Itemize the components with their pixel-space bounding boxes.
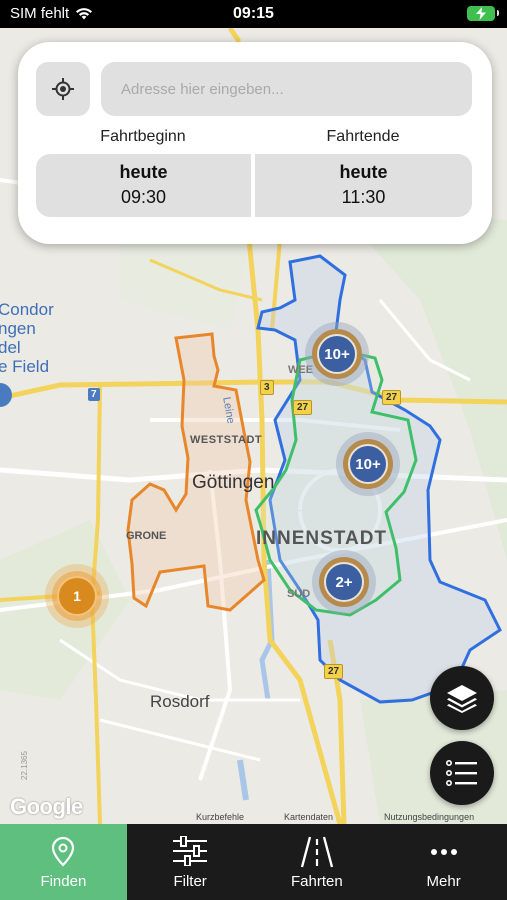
trip-start-picker[interactable]: heute 09:30: [36, 154, 251, 217]
poi-line-2: ngen: [0, 319, 36, 338]
poi-line-1: Condor: [0, 300, 54, 319]
map-data-link[interactable]: Kartendaten: [284, 812, 333, 822]
trip-end-picker[interactable]: heute 11:30: [255, 154, 472, 217]
cluster-ring: 1: [52, 571, 102, 621]
cluster-ring: 10+: [312, 329, 362, 379]
google-logo: Google: [10, 794, 83, 819]
nav-finden[interactable]: Finden: [0, 824, 127, 900]
more-dots-icon: [430, 849, 457, 855]
nav-mehr[interactable]: Mehr: [380, 824, 507, 900]
poi-condor-label: Condor ngen del e Field: [0, 300, 54, 376]
vehicle-cluster[interactable]: 10+: [336, 432, 400, 496]
city-label: Göttingen: [192, 472, 275, 493]
locate-me-button[interactable]: [36, 62, 90, 116]
trip-start-time: 09:30: [120, 187, 167, 207]
search-card: Fahrtbeginn Fahrtende heute 09:30 heute …: [18, 42, 492, 244]
vehicle-cluster[interactable]: 2+: [312, 550, 376, 614]
road-badge: 27: [382, 390, 402, 405]
list-icon: [446, 760, 477, 786]
location-pin-icon: [52, 836, 75, 867]
poi-line-3: del: [0, 338, 21, 357]
bottom-navigation: Finden Filter Fahrten Mehr: [0, 824, 507, 900]
battery-charging-icon: [467, 6, 499, 21]
vehicle-cluster[interactable]: 1: [45, 564, 109, 628]
list-view-button[interactable]: [430, 741, 494, 805]
side-text: 22.1365: [20, 751, 29, 780]
nav-label: Filter: [173, 873, 207, 890]
layers-button[interactable]: [430, 666, 494, 730]
trip-end-time: 11:30: [341, 187, 386, 207]
cluster-count: 2+: [324, 562, 364, 602]
nav-filter[interactable]: Filter: [127, 824, 254, 900]
district-innenstadt-label: INNENSTADT: [256, 528, 388, 549]
road-badge: 27: [324, 664, 344, 679]
road-badge: 3: [260, 380, 274, 395]
road-badge: 27: [293, 400, 313, 415]
cluster-ring: 10+: [343, 439, 393, 489]
cluster-count: 10+: [348, 444, 388, 484]
cluster-count: 1: [57, 576, 97, 616]
shortcuts-link[interactable]: Kurzbefehle: [196, 812, 244, 822]
nav-fahrten[interactable]: Fahrten: [254, 824, 381, 900]
road-icon: [300, 836, 334, 868]
cluster-ring: 2+: [319, 557, 369, 607]
poi-line-4: e Field: [0, 357, 50, 376]
district-weststadt-label: WESTSTADT: [190, 434, 263, 446]
trip-end-day: heute: [339, 162, 388, 182]
layers-icon: [447, 685, 477, 713]
status-bar: SIM fehlt 09:15: [0, 0, 507, 28]
district-sued-label: SÜD: [287, 588, 311, 600]
nav-label: Mehr: [426, 873, 461, 890]
sliders-icon: [173, 836, 208, 866]
vehicle-cluster[interactable]: 10+: [305, 322, 369, 386]
trip-end-label: Fahrtende: [326, 128, 400, 145]
nav-label: Fahrten: [291, 873, 343, 890]
trip-start-day: heute: [119, 162, 168, 182]
nav-label: Finden: [40, 873, 87, 890]
address-search-input[interactable]: [101, 62, 472, 116]
clock: 09:15: [233, 5, 274, 22]
trip-start-label: Fahrtbeginn: [100, 128, 186, 145]
town-rosdorf-label: Rosdorf: [150, 692, 210, 711]
road-badge: 7: [88, 388, 100, 401]
district-grone-label: GRONE: [126, 530, 167, 542]
crosshair-location-icon: [52, 78, 74, 100]
cluster-count: 10+: [317, 334, 357, 374]
terms-link[interactable]: Nutzungsbedingungen: [384, 812, 474, 822]
